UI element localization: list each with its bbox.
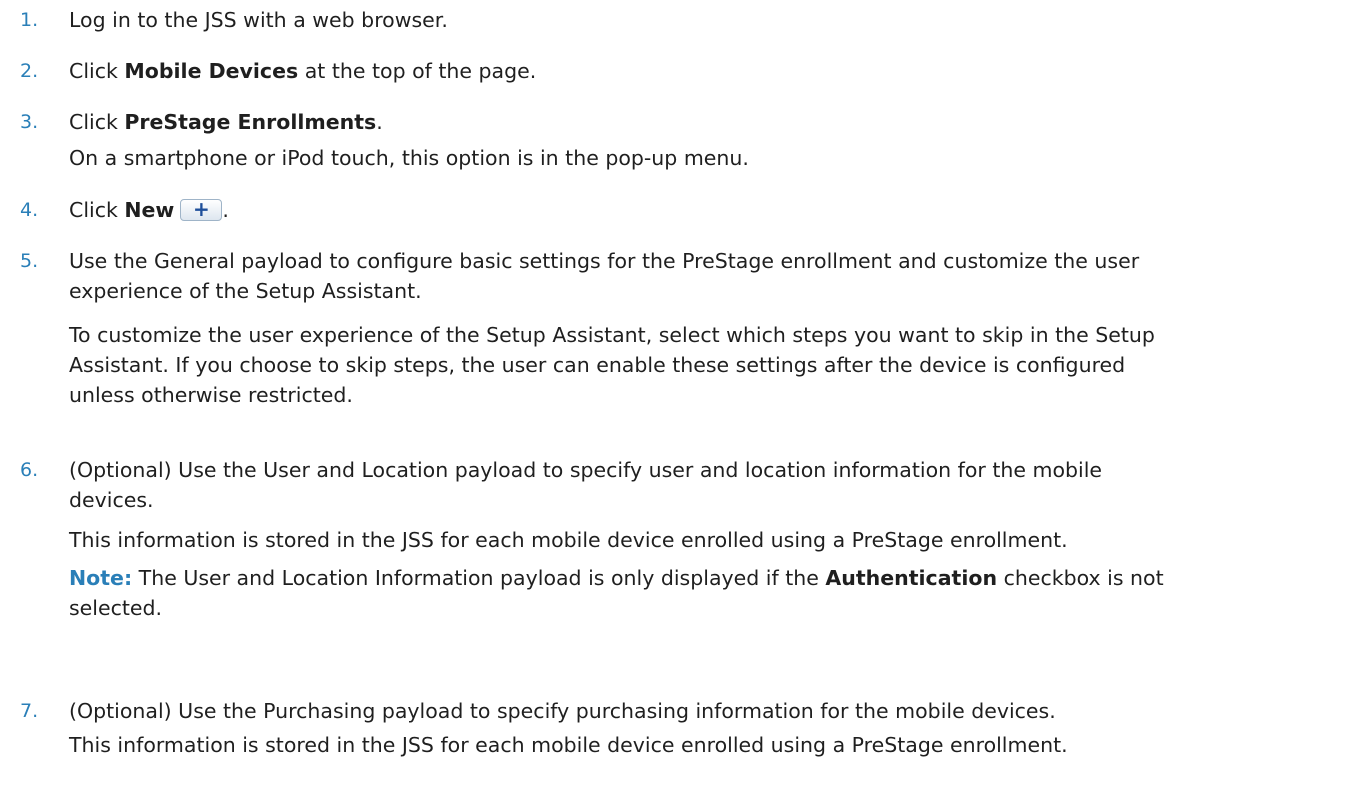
plus-icon: +: [192, 197, 210, 221]
step-2-pre: Click: [69, 59, 125, 83]
step-5-detail: To customize the user experience of the …: [69, 320, 1340, 410]
step-number: 7.: [20, 700, 39, 722]
step-5-detail-line-2: Assistant. If you choose to skip steps, …: [69, 353, 1126, 377]
step-text: Click New +.: [69, 195, 1340, 225]
step-7-detail: This information is stored in the JSS fo…: [69, 733, 1068, 757]
step-2-post: at the top of the page.: [298, 59, 537, 83]
note-text-post: checkbox is not: [997, 566, 1164, 590]
step-6-detail: This information is stored in the JSS fo…: [69, 528, 1068, 552]
step-text: Use the General payload to configure bas…: [69, 246, 1340, 306]
step-6-line-2: devices.: [69, 488, 154, 512]
step-4-post: .: [222, 198, 229, 222]
note-text-pre: The User and Location Information payloa…: [132, 566, 826, 590]
note-label: Note:: [69, 566, 133, 590]
step-number: 4.: [20, 199, 39, 221]
step-3-pre: Click: [69, 110, 125, 134]
ui-term-authentication: Authentication: [825, 566, 998, 590]
step-5-line-1: Use the General payload to configure bas…: [69, 249, 1140, 273]
step-5-detail-line-1: To customize the user experience of the …: [69, 323, 1155, 347]
ui-term-mobile-devices: Mobile Devices: [124, 59, 299, 83]
step-number: 2.: [20, 60, 39, 82]
step-text: Log in to the JSS with a web browser.: [69, 5, 1340, 35]
new-button-image: +: [180, 197, 223, 221]
step-text: (Optional) Use the Purchasing payload to…: [69, 696, 1340, 726]
note-line-2: selected.: [69, 596, 163, 620]
step-1-text: Log in to the JSS with a web browser.: [69, 8, 448, 32]
step-text: Click PreStage Enrollments.: [69, 107, 1340, 137]
step-3-post: .: [376, 110, 383, 134]
ui-term-new: New: [124, 198, 175, 222]
step-number: 3.: [20, 111, 39, 133]
step-5-detail-line-3: unless otherwise restricted.: [69, 383, 353, 407]
step-6-note: Note: The User and Location Information …: [69, 563, 1340, 623]
ui-term-prestage-enrollments: PreStage Enrollments: [124, 110, 377, 134]
step-number: 6.: [20, 459, 39, 481]
step-text: Click Mobile Devices at the top of the p…: [69, 56, 1340, 86]
step-4-pre: Click: [69, 198, 125, 222]
step-5-line-2: experience of the Setup Assistant.: [69, 279, 422, 303]
step-number: 5.: [20, 250, 39, 272]
step-number: 1.: [20, 9, 39, 31]
step-6-line-1: (Optional) Use the User and Location pay…: [69, 458, 1103, 482]
step-3-detail: On a smartphone or iPod touch, this opti…: [69, 146, 749, 170]
step-7-line-1: (Optional) Use the Purchasing payload to…: [69, 699, 1056, 723]
step-text: (Optional) Use the User and Location pay…: [69, 455, 1340, 515]
